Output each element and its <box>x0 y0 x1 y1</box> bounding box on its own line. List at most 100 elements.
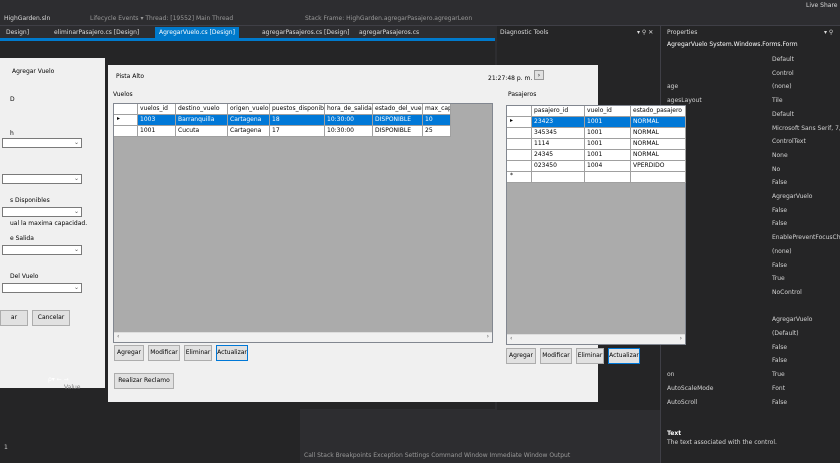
new-row-header[interactable]: * <box>507 172 532 183</box>
table-cell[interactable]: 345345 <box>532 128 585 139</box>
row-header[interactable] <box>507 161 532 172</box>
property-value[interactable]: NoControl <box>772 289 802 296</box>
new-row-cell[interactable] <box>532 172 585 183</box>
property-value[interactable]: None <box>772 152 788 159</box>
column-header[interactable]: estado_pasajero <box>631 106 686 117</box>
vuelos-agregar-button[interactable]: Agregar <box>114 345 144 361</box>
table-cell[interactable]: 24345 <box>532 150 585 161</box>
property-value[interactable]: Default <box>772 111 794 118</box>
property-value[interactable]: AgregarVuelo <box>772 193 812 200</box>
table-cell[interactable]: 1001 <box>585 128 631 139</box>
table-cell[interactable]: Cartagena <box>228 126 270 137</box>
tab-design[interactable]: Design] <box>2 27 33 38</box>
table-cell[interactable]: 23423 <box>532 117 585 128</box>
table-cell[interactable]: Cucuta <box>176 126 228 137</box>
table-cell[interactable]: 1004 <box>585 161 631 172</box>
scroll-right-icon[interactable]: › <box>487 333 489 340</box>
left-combo-4[interactable]: ⌄ <box>2 245 82 255</box>
row-header[interactable]: ▸ <box>114 115 138 126</box>
property-name[interactable]: agesLayout <box>667 97 702 104</box>
pasajeros-eliminar-button[interactable]: Eliminar <box>576 348 604 364</box>
row-header[interactable] <box>507 150 532 161</box>
table-cell[interactable]: DISPONIBLE <box>373 115 423 126</box>
table-cell[interactable]: 25 <box>423 126 451 137</box>
property-value[interactable]: False <box>772 179 787 186</box>
property-name[interactable]: age <box>667 83 678 90</box>
row-header[interactable] <box>114 126 138 137</box>
table-cell[interactable]: 1001 <box>138 126 176 137</box>
property-value[interactable]: No <box>772 166 780 173</box>
stack-frame[interactable]: Stack Frame: HighGarden.agregarPasajero.… <box>305 15 472 22</box>
horizontal-scrollbar[interactable]: ‹ › <box>114 332 492 342</box>
file-tab[interactable]: HighGarden.sln <box>4 15 50 22</box>
property-value[interactable]: EnablePreventFocusChange <box>772 234 840 241</box>
property-value[interactable]: False <box>772 262 787 269</box>
cancelar-button[interactable]: Cancelar <box>32 310 70 326</box>
column-header[interactable]: pasajero_id <box>532 106 585 117</box>
property-name[interactable]: AutoScaleMode <box>667 385 713 392</box>
table-cell[interactable]: 023450 <box>532 161 585 172</box>
property-value[interactable]: Font <box>772 385 785 392</box>
diag-close-icon[interactable]: ▾ ⚲ ✕ <box>637 29 653 36</box>
props-object[interactable]: AgregarVuelo System.Windows.Forms.Form <box>667 41 798 48</box>
column-header[interactable]: destino_vuelo <box>176 104 228 115</box>
pasajeros-modificar-button[interactable]: Modificar <box>540 348 572 364</box>
table-cell[interactable]: VPERDIDO <box>631 161 686 172</box>
table-cell[interactable]: 1001 <box>585 117 631 128</box>
column-header[interactable]: puestos_disponible <box>270 104 325 115</box>
tab-agregar-pasajeros[interactable]: agregarPasajeros.cs <box>355 27 423 38</box>
property-value[interactable]: False <box>772 207 787 214</box>
table-cell[interactable]: 10 <box>423 115 451 126</box>
new-row-cell[interactable] <box>631 172 686 183</box>
table-cell[interactable]: 18 <box>270 115 325 126</box>
vuelos-eliminar-button[interactable]: Eliminar <box>184 345 212 361</box>
table-cell[interactable]: NORMAL <box>631 139 686 150</box>
table-cell[interactable]: NORMAL <box>631 117 686 128</box>
table-cell[interactable]: 10:30:00 <box>325 126 373 137</box>
pasajeros-actualizar-button[interactable]: Actualizar <box>608 348 640 364</box>
pasajeros-grid[interactable]: pasajero_id vuelo_id estado_pasajero ▸ 23423… <box>506 105 686 345</box>
property-name[interactable]: AutoScroll <box>667 399 697 406</box>
table-cell[interactable]: 1114 <box>532 139 585 150</box>
row-header[interactable] <box>507 128 532 139</box>
vuelos-modificar-button[interactable]: Modificar <box>148 345 180 361</box>
table-cell[interactable]: 10:30:00 <box>325 115 373 126</box>
expand-icon[interactable]: › <box>534 70 544 80</box>
table-cell[interactable]: NORMAL <box>631 150 686 161</box>
property-value[interactable]: Default <box>772 56 794 63</box>
tab-agregar-pasajeros-design[interactable]: agregarPasajeros.cs [Design] <box>258 27 353 38</box>
column-header[interactable]: vuelos_id <box>138 104 176 115</box>
property-name[interactable]: on <box>667 371 674 378</box>
props-pin-icon[interactable]: ▾ ⚲ <box>824 29 833 36</box>
property-value[interactable]: (none) <box>772 248 792 255</box>
pasajeros-agregar-button[interactable]: Agregar <box>506 348 536 364</box>
property-value[interactable]: False <box>772 220 787 227</box>
property-value[interactable]: ControlText <box>772 138 806 145</box>
column-header[interactable]: origen_vuelo <box>228 104 270 115</box>
property-value[interactable]: True <box>772 371 785 378</box>
property-value[interactable]: Control <box>772 70 794 77</box>
table-cell[interactable]: 1001 <box>585 139 631 150</box>
left-combo-1[interactable]: ⌄ <box>2 138 82 148</box>
property-value[interactable]: False <box>772 357 787 364</box>
scroll-left-icon[interactable]: ‹ <box>117 333 119 340</box>
property-value[interactable]: (Default) <box>772 330 799 337</box>
column-header[interactable]: estado_del_vuelo <box>373 104 423 115</box>
realizar-reclamo-button[interactable]: Realizar Reclamo <box>114 373 174 389</box>
column-header[interactable]: hora_de_salida <box>325 104 373 115</box>
column-header[interactable]: max_capaci <box>423 104 451 115</box>
lifecycle-events[interactable]: Lifecycle Events ▾ Thread: [19552] Main … <box>90 15 233 22</box>
property-value[interactable]: True <box>772 275 785 282</box>
row-header[interactable] <box>507 139 532 150</box>
vuelos-grid[interactable]: vuelos_id destino_vuelo origen_vuelo puesto… <box>113 103 493 343</box>
property-value[interactable]: Microsoft Sans Serif, 7,8pt <box>772 125 840 132</box>
search-icon[interactable]: ρ▾ ← → <box>48 376 69 383</box>
property-value[interactable]: False <box>772 399 787 406</box>
tab-eliminar-pasajero[interactable]: eliminarPasajero.cs [Design] <box>50 27 143 38</box>
row-header[interactable]: ▸ <box>507 117 532 128</box>
left-button-ar[interactable]: ar <box>0 310 28 326</box>
left-combo-5[interactable]: ⌄ <box>2 283 82 293</box>
scroll-left-icon[interactable]: ‹ <box>510 335 512 342</box>
left-combo-3[interactable]: ⌄ <box>2 207 82 217</box>
table-cell[interactable]: DISPONIBLE <box>373 126 423 137</box>
